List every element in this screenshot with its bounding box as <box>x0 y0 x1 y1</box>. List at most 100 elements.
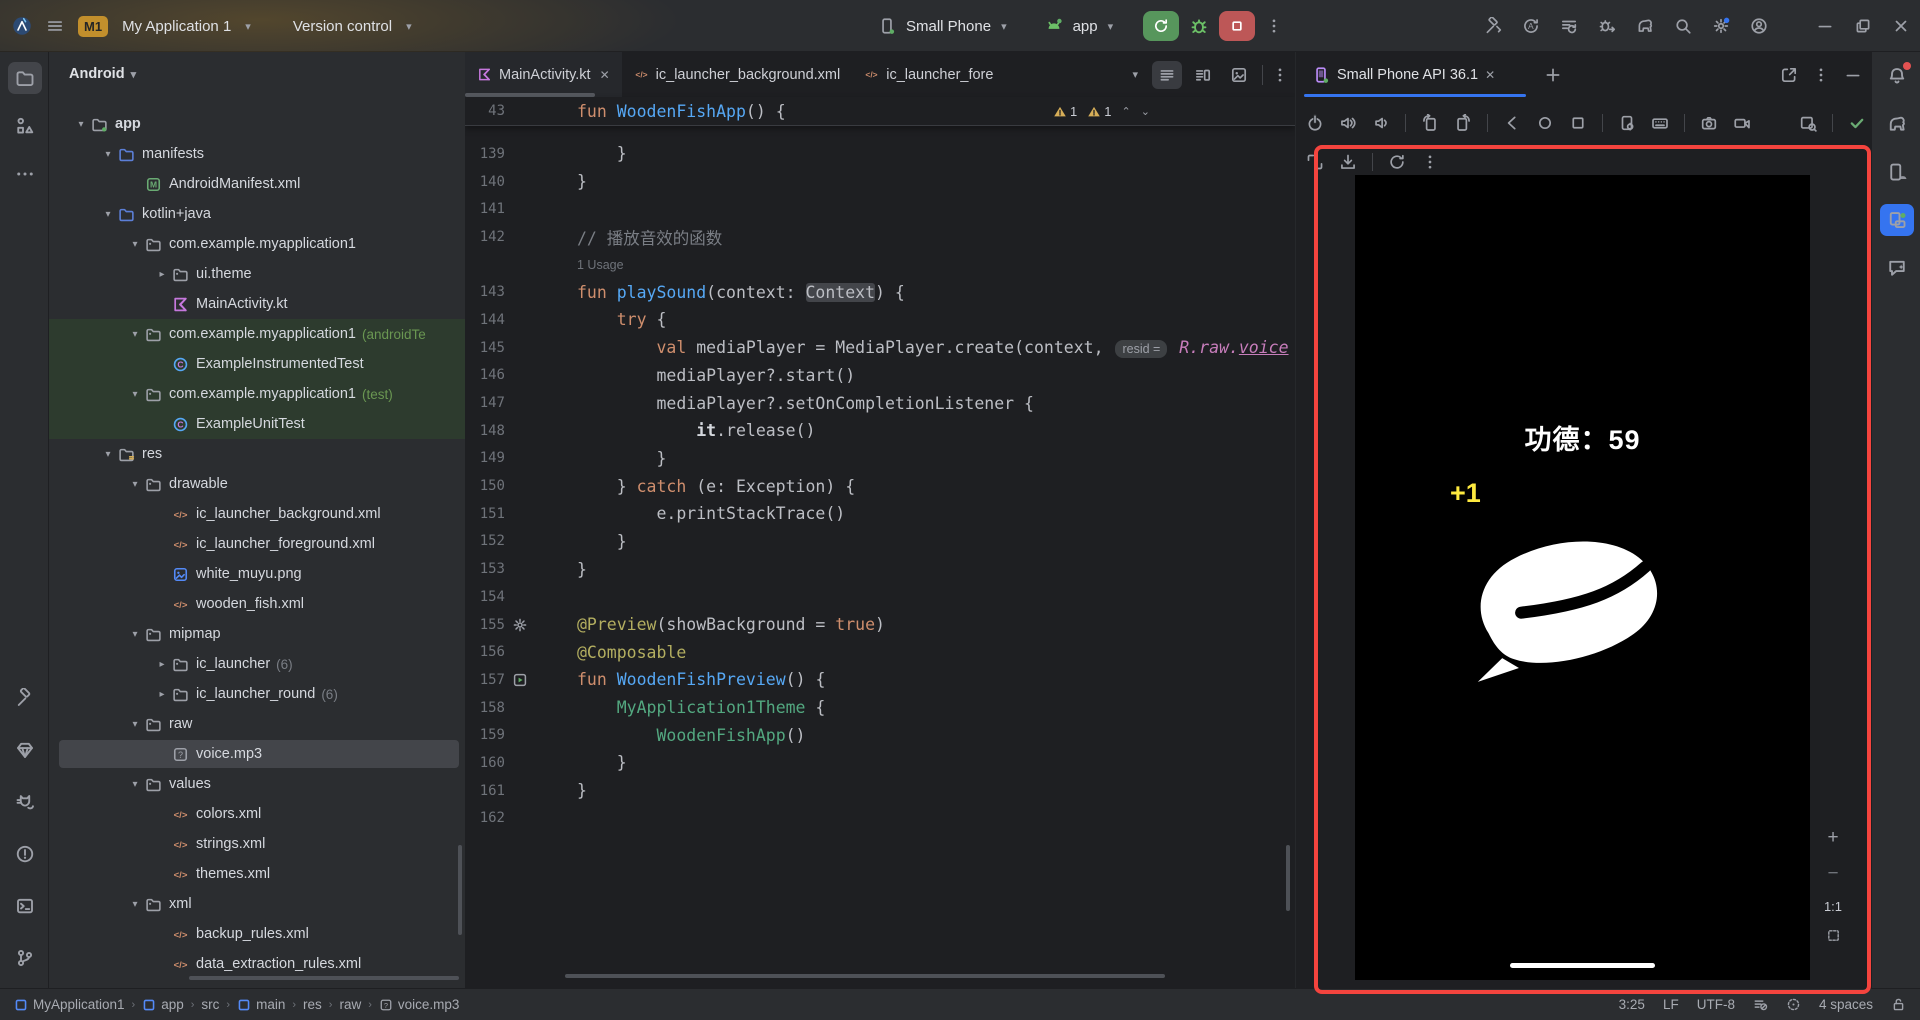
tree-chevron-icon[interactable]: ▾ <box>73 119 89 130</box>
code-line[interactable]: 150 } catch (e: Exception) { <box>465 472 1295 500</box>
nav-home-icon[interactable] <box>1536 114 1554 132</box>
code-line[interactable]: 157fun WoodenFishPreview() { <box>465 666 1295 694</box>
code-line[interactable]: 140} <box>465 168 1295 196</box>
breadcrumb-item[interactable]: raw <box>339 997 361 1012</box>
zoom-out-button[interactable]: − <box>1827 863 1838 885</box>
power-icon[interactable] <box>1306 114 1324 132</box>
screen-record-icon[interactable] <box>1733 114 1751 132</box>
usage-hint[interactable]: 1 Usage <box>465 251 1295 279</box>
tree-item[interactable]: </>backup_rules.xml <box>49 919 465 949</box>
code-view-icon[interactable] <box>1152 61 1182 89</box>
debug-button[interactable] <box>1189 16 1209 36</box>
tree-chevron-icon[interactable]: ▾ <box>100 149 116 160</box>
code-vision-icon[interactable] <box>1786 997 1801 1012</box>
breadcrumb-item[interactable]: res <box>303 997 322 1012</box>
code-line[interactable]: 154 <box>465 583 1295 611</box>
code-line[interactable]: 149 } <box>465 445 1295 473</box>
inspections-widget[interactable]: 11⌃⌄ <box>1053 97 1150 126</box>
editor-tab[interactable]: </>ic_launcher_background.xml <box>622 52 853 97</box>
split-view-icon[interactable] <box>1188 61 1218 89</box>
tree-item[interactable]: </>data_extraction_rules.xml <box>49 949 465 979</box>
open-in-window-icon[interactable] <box>1780 66 1798 84</box>
rerun-button[interactable] <box>1143 11 1179 41</box>
tree-item[interactable]: CExampleUnitTest <box>49 409 465 439</box>
tree-chevron-icon[interactable]: ▾ <box>127 629 143 640</box>
code-line[interactable]: 153} <box>465 555 1295 583</box>
minimize-icon[interactable] <box>1816 17 1834 35</box>
run-config-selector[interactable]: app <box>1073 18 1098 35</box>
version-control-icon[interactable] <box>8 942 42 974</box>
code-line[interactable]: 143fun playSound(context: Context) { <box>465 278 1295 306</box>
tree-item[interactable]: ▸ic_launcher_round (6) <box>49 679 465 709</box>
settings-icon[interactable] <box>1712 17 1730 35</box>
tree-item[interactable]: ▾manifests <box>49 139 465 169</box>
device-chevron-icon[interactable]: ▾ <box>1001 20 1007 33</box>
unlock-icon[interactable] <box>1891 997 1906 1012</box>
code-line[interactable]: 146 mediaPlayer?.start() <box>465 362 1295 390</box>
tree-item[interactable]: white_muyu.png <box>49 559 465 589</box>
emulator-more-icon[interactable] <box>1812 66 1830 84</box>
tree-chevron-icon[interactable]: ▾ <box>127 389 143 400</box>
tree-item[interactable]: </>ic_launcher_foreground.xml <box>49 529 465 559</box>
code-line[interactable]: 147 mediaPlayer?.setOnCompletionListener… <box>465 389 1295 417</box>
warning-count[interactable]: 1 <box>1053 104 1077 119</box>
sticky-code-line[interactable]: 43 fun WoodenFishApp() { <box>465 97 1295 126</box>
project-view-selector[interactable]: Android <box>69 66 125 82</box>
kebab-icon[interactable] <box>1421 153 1439 171</box>
restore-icon[interactable] <box>1854 17 1872 35</box>
tree-chevron-icon[interactable]: ▾ <box>100 449 116 460</box>
code-line[interactable]: 156@Composable <box>465 638 1295 666</box>
code-line[interactable]: 152 } <box>465 528 1295 556</box>
hide-panel-icon[interactable] <box>1844 66 1862 84</box>
tree-chevron-icon[interactable]: ▾ <box>127 329 143 340</box>
tree-item[interactable]: MainActivity.kt <box>49 289 465 319</box>
tree-item[interactable]: ▾res <box>49 439 465 469</box>
tree-chevron-icon[interactable]: ▾ <box>127 719 143 730</box>
corner-resize-icon[interactable] <box>1306 153 1324 171</box>
line-ending[interactable]: LF <box>1663 997 1679 1012</box>
code-line[interactable]: 148 it.release() <box>465 417 1295 445</box>
tree-chevron-icon[interactable]: ▸ <box>154 269 170 280</box>
stop-button[interactable] <box>1219 11 1255 41</box>
main-menu-icon[interactable] <box>46 17 64 35</box>
code-line[interactable]: 139 } <box>465 140 1295 168</box>
running-devices-icon[interactable] <box>1880 204 1914 236</box>
code-line[interactable]: 159 WoodenFishApp() <box>465 721 1295 749</box>
gradle-sync-icon[interactable] <box>1636 17 1654 35</box>
run-configurations-icon[interactable] <box>1560 17 1578 35</box>
tree-chevron-icon[interactable]: ▸ <box>154 659 170 670</box>
tree-item[interactable]: ▾kotlin+java <box>49 199 465 229</box>
emulator-tab[interactable]: Small Phone API 36.1 ✕ <box>1304 52 1503 97</box>
editor-tab[interactable]: MainActivity.kt✕ <box>465 52 622 97</box>
gear-gutter-icon[interactable] <box>505 617 535 633</box>
hidden-tabs-chevron-icon[interactable]: ▾ <box>1132 68 1138 81</box>
tree-item[interactable]: ▾app <box>49 109 465 139</box>
tree-item[interactable]: ▾raw <box>49 709 465 739</box>
highlighting-level-icon[interactable] <box>1753 997 1768 1012</box>
tree-item[interactable]: </>colors.xml <box>49 799 465 829</box>
attach-debugger-icon[interactable] <box>1598 17 1616 35</box>
build-tool-icon[interactable] <box>8 682 42 714</box>
add-device-tab-icon[interactable] <box>1544 66 1562 84</box>
gemini-icon[interactable] <box>1880 252 1914 284</box>
terminal-icon[interactable] <box>8 890 42 922</box>
project-name[interactable]: My Application 1 <box>122 18 231 35</box>
tree-item[interactable]: ▾drawable <box>49 469 465 499</box>
zoom-in-button[interactable]: + <box>1827 827 1838 849</box>
profile-icon[interactable] <box>1750 17 1768 35</box>
cursor-position[interactable]: 3:25 <box>1619 997 1645 1012</box>
emulator-tab-close-icon[interactable]: ✕ <box>1485 68 1495 82</box>
editor-vertical-scrollbar[interactable] <box>1286 845 1290 911</box>
design-view-icon[interactable] <box>1224 61 1254 89</box>
code-line[interactable]: 144 try { <box>465 306 1295 334</box>
emulator-screen[interactable]: 功德：59 +1 <box>1355 175 1810 980</box>
device-manager-icon[interactable] <box>1880 156 1914 188</box>
reset-icon[interactable] <box>1388 153 1406 171</box>
tree-item[interactable]: ▾mipmap <box>49 619 465 649</box>
tree-item[interactable]: </>wooden_fish.xml <box>49 589 465 619</box>
tree-chevron-icon[interactable]: ▾ <box>127 779 143 790</box>
problems-icon[interactable] <box>8 838 42 870</box>
next-issue-icon[interactable]: ⌄ <box>1141 105 1150 118</box>
app-insights-icon[interactable] <box>8 734 42 766</box>
more-tools-icon[interactable] <box>8 158 42 190</box>
